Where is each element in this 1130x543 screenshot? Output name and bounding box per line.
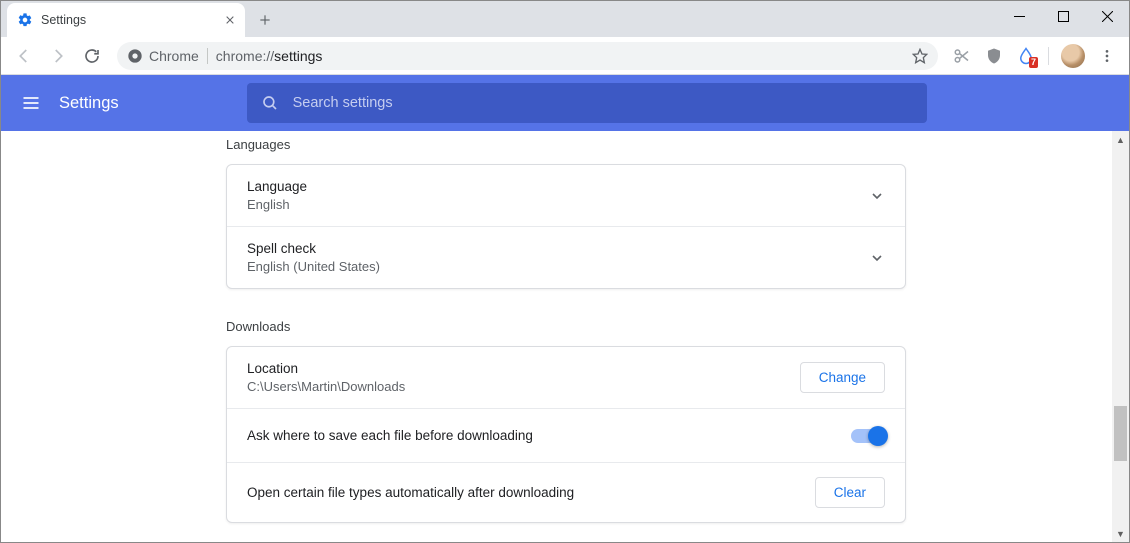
url-prefix: Chrome xyxy=(149,48,199,64)
page-title: Settings xyxy=(59,94,119,113)
chevron-down-icon xyxy=(869,250,885,266)
language-row[interactable]: Language English xyxy=(227,165,905,226)
ask-label: Ask where to save each file before downl… xyxy=(247,428,533,443)
search-settings[interactable] xyxy=(247,83,927,123)
chevron-down-icon xyxy=(869,188,885,204)
spellcheck-label: Spell check xyxy=(247,241,380,256)
site-info-icon[interactable]: Chrome xyxy=(127,48,199,64)
titlebar: Settings xyxy=(1,1,1129,37)
menu-button[interactable] xyxy=(1093,42,1121,70)
back-button[interactable] xyxy=(9,41,39,71)
languages-card: Language English Spell check English (Un… xyxy=(226,164,906,289)
auto-open-row: Open certain file types automatically af… xyxy=(227,462,905,522)
new-tab-button[interactable] xyxy=(251,6,279,34)
bookmark-star-icon[interactable] xyxy=(912,48,928,64)
browser-tab[interactable]: Settings xyxy=(7,3,245,37)
search-input[interactable] xyxy=(293,95,913,111)
clear-button[interactable]: Clear xyxy=(815,477,885,508)
change-button[interactable]: Change xyxy=(800,362,885,393)
language-label: Language xyxy=(247,179,307,194)
omnibox-divider xyxy=(207,48,208,64)
spellcheck-value: English (United States) xyxy=(247,259,380,274)
extension-shield-icon[interactable] xyxy=(980,42,1008,70)
forward-button[interactable] xyxy=(43,41,73,71)
address-bar[interactable]: Chrome chrome://settings xyxy=(117,42,938,70)
section-downloads-title: Downloads xyxy=(226,319,906,334)
reload-button[interactable] xyxy=(77,41,107,71)
section-languages-title: Languages xyxy=(226,137,906,152)
settings-content: Languages Language English Spell check E… xyxy=(1,131,1129,542)
gear-icon xyxy=(17,12,33,28)
location-label: Location xyxy=(247,361,405,376)
url-text: chrome://settings xyxy=(216,48,323,64)
close-tab-icon[interactable] xyxy=(225,15,235,25)
ask-before-download-row: Ask where to save each file before downl… xyxy=(227,408,905,462)
toolbar-separator xyxy=(1048,47,1049,65)
extension-badge: 7 xyxy=(1029,57,1038,68)
maximize-button[interactable] xyxy=(1041,1,1085,31)
tab-title: Settings xyxy=(41,13,86,27)
scroll-down-arrow[interactable]: ▼ xyxy=(1112,525,1129,542)
scrollbar[interactable]: ▲ ▼ xyxy=(1112,131,1129,542)
extension-scissors-icon[interactable] xyxy=(948,42,976,70)
search-icon xyxy=(261,94,279,112)
download-location-row: Location C:\Users\Martin\Downloads Chang… xyxy=(227,347,905,408)
hamburger-icon[interactable] xyxy=(21,93,41,113)
scroll-up-arrow[interactable]: ▲ xyxy=(1112,131,1129,148)
close-window-button[interactable] xyxy=(1085,1,1129,31)
window-controls xyxy=(997,1,1129,31)
scroll-thumb[interactable] xyxy=(1114,406,1127,461)
browser-toolbar: Chrome chrome://settings 7 xyxy=(1,37,1129,75)
minimize-button[interactable] xyxy=(997,1,1041,31)
profile-avatar[interactable] xyxy=(1061,44,1085,68)
extension-drop-icon[interactable]: 7 xyxy=(1012,42,1040,70)
location-value: C:\Users\Martin\Downloads xyxy=(247,379,405,394)
downloads-card: Location C:\Users\Martin\Downloads Chang… xyxy=(226,346,906,523)
ask-toggle[interactable] xyxy=(851,429,885,443)
spellcheck-row[interactable]: Spell check English (United States) xyxy=(227,226,905,288)
scroll-track[interactable] xyxy=(1112,148,1129,525)
language-value: English xyxy=(247,197,307,212)
auto-open-label: Open certain file types automatically af… xyxy=(247,485,574,500)
settings-header: Settings xyxy=(1,75,1129,131)
